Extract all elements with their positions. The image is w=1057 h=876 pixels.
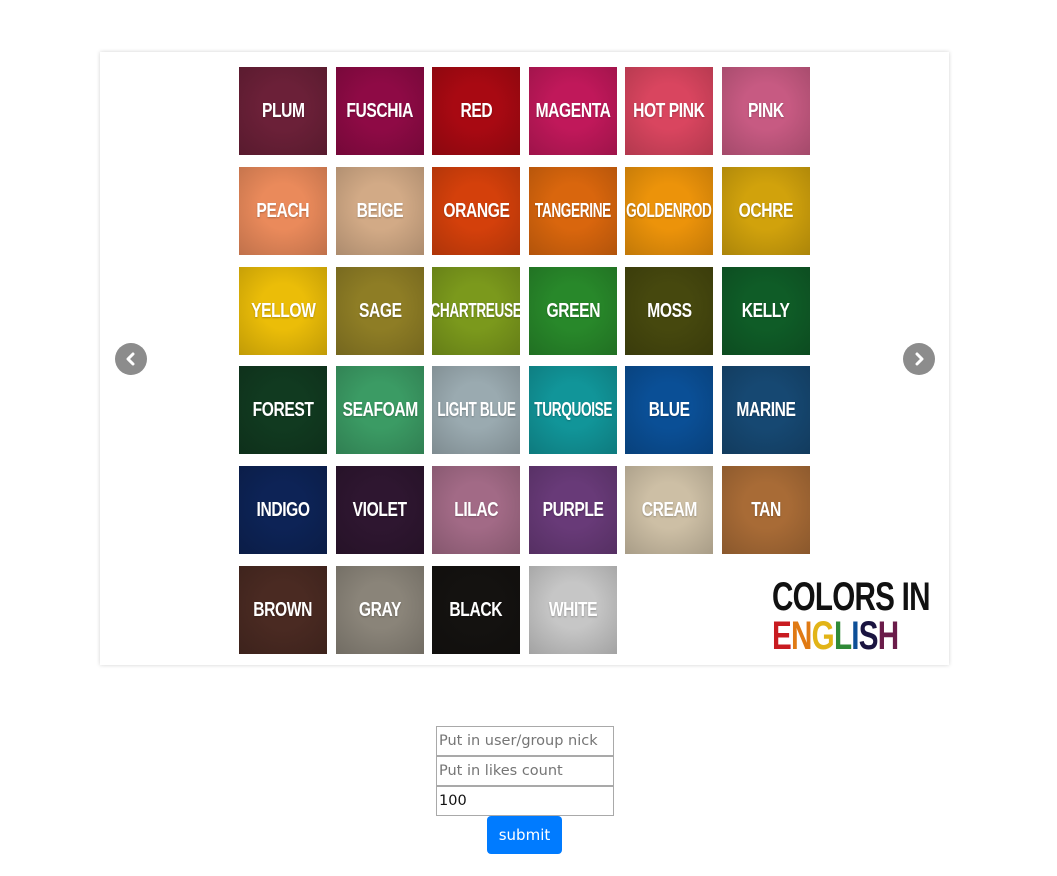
color-tile-label: INDIGO (256, 498, 310, 521)
color-tile-label: LILAC (453, 498, 498, 521)
color-tile-fuschia: FUSCHIA (336, 67, 424, 155)
color-tile-label: MOSS (646, 299, 692, 322)
color-tile-tan: TAN (722, 466, 810, 554)
color-tile-gray: GRAY (336, 566, 424, 654)
color-tile-label: FOREST (252, 398, 314, 421)
color-tile-label: MARINE (736, 398, 796, 421)
color-tile-label: TAN (751, 498, 781, 521)
color-tile-marine: MARINE (722, 366, 810, 454)
color-tile-beige: BEIGE (336, 167, 424, 255)
color-tile-label: BLACK (449, 598, 503, 621)
color-tile-white: WHITE (529, 566, 617, 654)
color-tile-label: GREEN (546, 299, 600, 322)
color-tile-chartreuse: CHARTREUSE (432, 267, 520, 355)
color-tile-brown: BROWN (239, 566, 327, 654)
color-tile-label: GRAY (358, 598, 402, 621)
chevron-right-icon (915, 352, 924, 366)
logo-letter: I (851, 614, 859, 658)
chevron-left-icon (126, 352, 135, 366)
logo-letter: H (877, 614, 899, 658)
color-tile-label: CHARTREUSE (432, 299, 520, 322)
color-tile-label: PURPLE (542, 498, 604, 521)
color-tile-hot-pink: HOT PINK (625, 67, 713, 155)
color-tile-peach: PEACH (239, 167, 327, 255)
color-tile-pink: PINK (722, 67, 810, 155)
color-tile-label: LIGHT BLUE (436, 398, 516, 421)
color-tile-label: RED (460, 99, 492, 122)
nick-input[interactable] (436, 726, 614, 756)
color-tile-label: SEAFOAM (342, 398, 418, 421)
logo-letter: N (791, 614, 812, 658)
color-tile-sage: SAGE (336, 267, 424, 355)
color-tile-label: ORANGE (442, 199, 510, 222)
color-tile-label: TURQUOISE (534, 398, 612, 421)
color-tile-label: VIOLET (352, 498, 407, 521)
color-tile-label: BLUE (648, 398, 690, 421)
color-tile-goldenrod: GOLDENROD (625, 167, 713, 255)
color-tile-label: HOT PINK (633, 99, 705, 122)
color-tile-label: PINK (748, 99, 784, 122)
color-tile-orange: ORANGE (432, 167, 520, 255)
color-tile-red: RED (432, 67, 520, 155)
color-tile-violet: VIOLET (336, 466, 424, 554)
colors-image: PLUM FUSCHIA RED MAGENTA HOT PINK PINK PEACH BE… (239, 67, 931, 657)
logo-line-2: ENGLISH (772, 614, 899, 658)
color-tile-turquoise: TURQUOISE (529, 366, 617, 454)
color-tile-yellow: YELLOW (239, 267, 327, 355)
color-tile-label: GOLDENROD (626, 199, 712, 222)
color-tile-label: SAGE (358, 299, 402, 322)
color-tile-label: TANGERINE (534, 199, 612, 222)
logo-letter: E (772, 614, 792, 658)
color-tile-cream: CREAM (625, 466, 713, 554)
logo-letter: G (811, 614, 835, 658)
color-tile-plum: PLUM (239, 67, 327, 155)
color-tile-indigo: INDIGO (239, 466, 327, 554)
colors-in-english-logo: COLORS IN ENGLISH (772, 572, 942, 660)
color-tile-label: KELLY (742, 299, 790, 322)
color-tile-label: BROWN (253, 598, 313, 621)
logo-letter: S (858, 614, 879, 658)
color-tile-seafoam: SEAFOAM (336, 366, 424, 454)
logo-letter: L (833, 614, 852, 658)
color-tile-moss: MOSS (625, 267, 713, 355)
color-tile-label: MAGENTA (535, 99, 611, 122)
color-tile-green: GREEN (529, 267, 617, 355)
carousel-prev-button[interactable] (115, 343, 147, 375)
carousel-next-button[interactable] (903, 343, 935, 375)
color-tile-purple: PURPLE (529, 466, 617, 554)
color-tile-label: CREAM (641, 498, 697, 521)
amount-input[interactable] (436, 786, 614, 816)
color-tile-label: FUSCHIA (346, 99, 414, 122)
color-tile-blue: BLUE (625, 366, 713, 454)
likes-form: submit (436, 726, 614, 854)
color-tile-label: OCHRE (738, 199, 794, 222)
color-tile-tangerine: TANGERINE (529, 167, 617, 255)
color-tile-forest: FOREST (239, 366, 327, 454)
submit-button[interactable]: submit (487, 816, 562, 854)
color-tile-ochre: OCHRE (722, 167, 810, 255)
color-tile-label: YELLOW (250, 299, 316, 322)
color-tile-label: PEACH (256, 199, 310, 222)
color-tile-kelly: KELLY (722, 267, 810, 355)
logo-line-1: COLORS IN (772, 575, 931, 619)
color-tile-label: WHITE (548, 598, 598, 621)
likes-count-input[interactable] (436, 756, 614, 786)
color-tile-label: BEIGE (356, 199, 404, 222)
color-tile-lilac: LILAC (432, 466, 520, 554)
color-tile-label: PLUM (261, 99, 305, 122)
image-carousel: PLUM FUSCHIA RED MAGENTA HOT PINK PINK PEACH BE… (100, 52, 949, 665)
color-tile-magenta: MAGENTA (529, 67, 617, 155)
color-tile-light-blue: LIGHT BLUE (432, 366, 520, 454)
color-tile-black: BLACK (432, 566, 520, 654)
